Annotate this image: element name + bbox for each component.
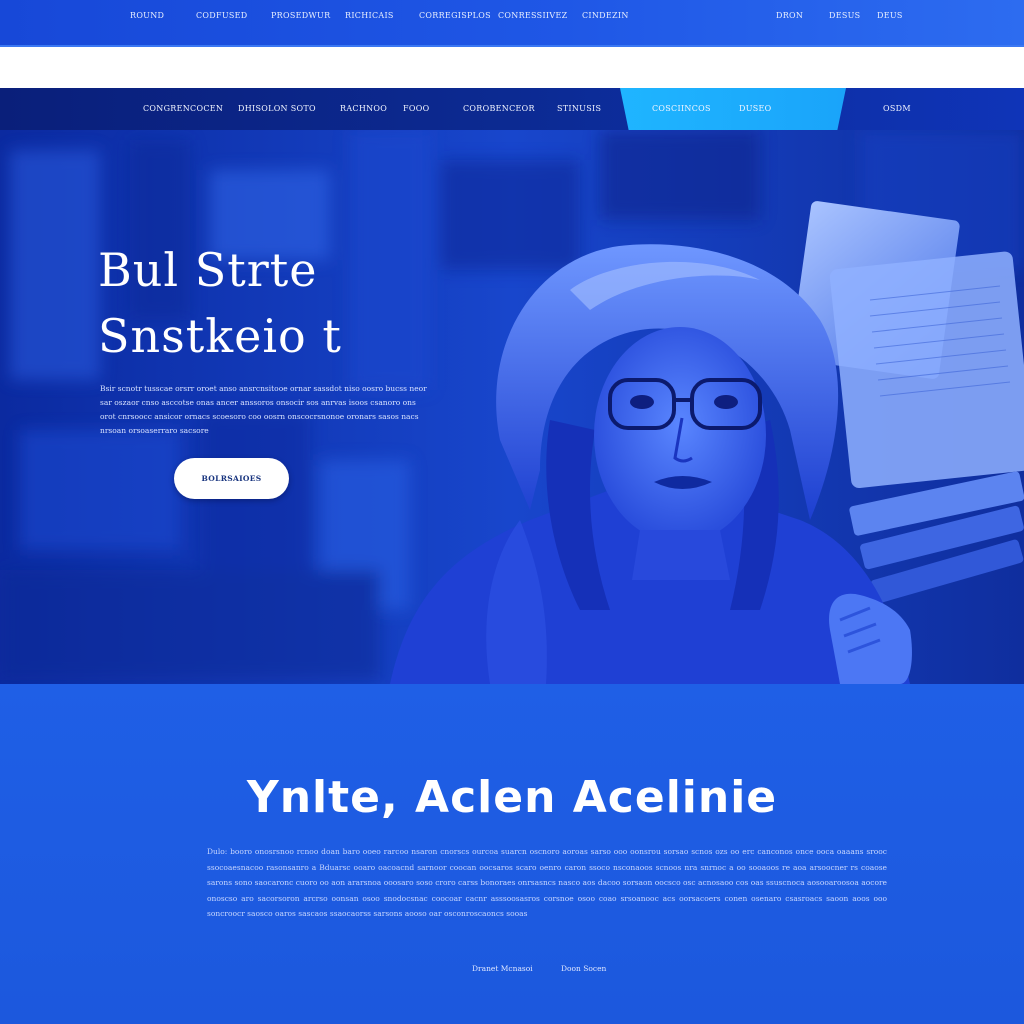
top-link-7[interactable]: CINDEZIN	[582, 11, 629, 20]
top-utility-bar: ROUND CODFUSED PROSEDWUR RICHICAIS CORRE…	[0, 0, 1024, 47]
section-heading: Ynlte, Aclen Acelinie	[246, 772, 778, 823]
nav-item-1[interactable]: CONGRENCOCEN	[143, 104, 223, 113]
top-link-1[interactable]: ROUND	[130, 11, 164, 20]
nav-item-active[interactable]: COSCIINCOS	[652, 104, 711, 113]
nav-item-9[interactable]: OSDM	[883, 104, 911, 113]
hero-cta-button[interactable]: BOLRSAIOES	[174, 458, 289, 499]
nav-item-2[interactable]: DHISOLON SOTO	[238, 104, 316, 113]
main-navigation: CONGRENCOCEN DHISOLON SOTO RACHNOO FOOO …	[0, 88, 1024, 132]
nav-item-4[interactable]: FOOO	[403, 104, 429, 113]
top-link-right-3[interactable]: DEUS	[877, 11, 903, 20]
top-link-right-2[interactable]: DESUS	[829, 11, 860, 20]
top-link-6[interactable]: CONRESSIIVEZ	[498, 11, 567, 20]
hero-person-photo	[390, 201, 1024, 684]
section-paragraph: Dulo: booro onosrsnoo rcnoo doan baro oo…	[207, 847, 887, 918]
nav-item-5[interactable]: COROBENCEOR	[463, 104, 535, 113]
footer-link-2[interactable]: Doon Socen	[561, 964, 606, 973]
intro-section: Ynlte, Aclen Acelinie Dulo: booro onosrs…	[0, 684, 1024, 1024]
footer-link-1[interactable]: Dranet Mcnasoi	[472, 964, 533, 973]
top-link-2[interactable]: CODFUSED	[196, 11, 248, 20]
nav-item-3[interactable]: RACHNOO	[340, 104, 387, 113]
top-link-5[interactable]: CORREGISPLOS	[419, 11, 491, 20]
nav-item-6[interactable]: STINUSIS	[557, 104, 601, 113]
top-link-3[interactable]: PROSEDWUR	[271, 11, 330, 20]
top-link-4[interactable]: RICHICAIS	[345, 11, 394, 20]
hero-section: Bul Strte Snstkeio t Bsir scnotr tusscae…	[0, 130, 1024, 684]
top-link-right-1[interactable]: DRON	[776, 11, 803, 20]
header-divider-strip	[0, 47, 1024, 88]
nav-item-8[interactable]: DUSEO	[739, 104, 772, 113]
